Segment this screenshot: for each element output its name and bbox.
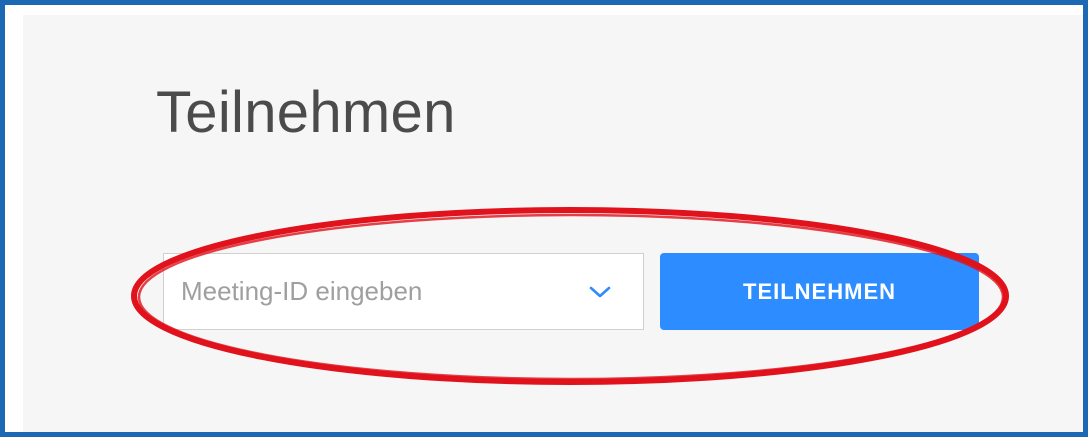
join-button[interactable]: TEILNEHMEN — [660, 253, 979, 330]
screenshot-frame: Teilnehmen Meeting-ID eingeben TEILNEHME… — [0, 0, 1088, 437]
chevron-down-icon[interactable] — [589, 285, 611, 299]
page-title: Teilnehmen — [156, 80, 456, 145]
meeting-id-combobox[interactable]: Meeting-ID eingeben — [163, 253, 644, 330]
meeting-id-placeholder: Meeting-ID eingeben — [181, 276, 423, 306]
